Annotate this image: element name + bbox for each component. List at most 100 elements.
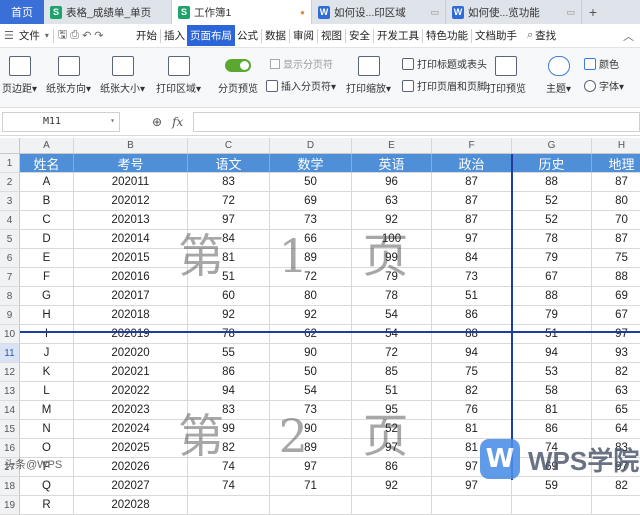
undo-icon[interactable]: ↶ <box>82 29 91 42</box>
table-cell[interactable] <box>512 496 592 515</box>
table-cell[interactable]: 81 <box>188 249 270 268</box>
file-menu[interactable]: 文件 <box>17 28 42 43</box>
table-cell[interactable]: 73 <box>270 211 352 230</box>
table-cell[interactable]: K <box>20 363 74 382</box>
table-cell[interactable]: 89 <box>270 249 352 268</box>
table-cell[interactable]: 74 <box>188 458 270 477</box>
row-header-15[interactable]: 15 <box>0 420 20 439</box>
table-cell[interactable]: 100 <box>352 230 432 249</box>
fonts-button[interactable]: 字体▾ <box>584 78 624 93</box>
doc-tab-2[interactable]: S 工作簿1 ● <box>172 0 312 24</box>
table-cell[interactable]: 70 <box>592 211 640 230</box>
table-cell[interactable]: 75 <box>592 249 640 268</box>
table-cell[interactable]: 83 <box>188 401 270 420</box>
table-cell[interactable]: 87 <box>432 173 512 192</box>
table-cell[interactable]: 54 <box>352 325 432 344</box>
select-all-corner[interactable] <box>0 138 20 154</box>
table-cell[interactable]: 52 <box>352 420 432 439</box>
column-header-b[interactable]: B <box>74 138 188 154</box>
doc-tab-4[interactable]: W 如何使...览功能 ▭ <box>446 0 582 24</box>
menu-item-data[interactable]: 数据 <box>263 28 288 43</box>
table-cell[interactable]: F <box>20 268 74 287</box>
chevron-up-icon[interactable]: ︿ <box>623 28 634 44</box>
table-cell[interactable]: 54 <box>270 382 352 401</box>
menu-item-assistant[interactable]: 文档助手 <box>473 28 519 43</box>
table-cell[interactable]: C <box>20 211 74 230</box>
table-cell[interactable]: 79 <box>512 306 592 325</box>
table-cell[interactable]: 88 <box>512 287 592 306</box>
table-cell[interactable]: 89 <box>270 439 352 458</box>
table-cell[interactable] <box>592 496 640 515</box>
table-cell[interactable]: 51 <box>432 287 512 306</box>
table-cell[interactable]: G <box>20 287 74 306</box>
column-header-d[interactable]: D <box>270 138 352 154</box>
table-cell[interactable]: 78 <box>512 230 592 249</box>
table-cell[interactable]: 79 <box>352 268 432 287</box>
colors-button[interactable]: 颜色 <box>584 56 619 71</box>
formula-input[interactable] <box>193 111 640 132</box>
menu-item-formula[interactable]: 公式 <box>235 28 260 43</box>
table-cell[interactable]: 67 <box>512 268 592 287</box>
menu-item-developer[interactable]: 开发工具 <box>375 28 421 43</box>
row-header-9[interactable]: 9 <box>0 306 20 325</box>
table-cell[interactable]: 94 <box>188 382 270 401</box>
table-cell[interactable]: 202012 <box>74 192 188 211</box>
table-cell[interactable]: 94 <box>512 344 592 363</box>
row-header-11[interactable]: 11 <box>0 344 20 363</box>
search-button[interactable]: 查找 <box>533 28 558 43</box>
redo-icon[interactable]: ↷ <box>94 29 103 42</box>
table-cell[interactable]: 84 <box>432 249 512 268</box>
header-cell[interactable]: 数学 <box>270 154 352 173</box>
table-cell[interactable]: 202019 <box>74 325 188 344</box>
table-cell[interactable]: 202024 <box>74 420 188 439</box>
row-header-7[interactable]: 7 <box>0 268 20 287</box>
table-cell[interactable]: 93 <box>592 344 640 363</box>
table-cell[interactable]: J <box>20 344 74 363</box>
table-cell[interactable]: 80 <box>270 287 352 306</box>
new-tab-button[interactable]: + <box>582 0 604 24</box>
table-cell[interactable]: 51 <box>188 268 270 287</box>
table-cell[interactable]: 202020 <box>74 344 188 363</box>
table-cell[interactable]: 88 <box>512 173 592 192</box>
menu-item-features[interactable]: 特色功能 <box>424 28 470 43</box>
table-cell[interactable]: 86 <box>512 420 592 439</box>
menu-item-view[interactable]: 视图 <box>319 28 344 43</box>
table-cell[interactable]: 81 <box>432 420 512 439</box>
header-cell[interactable]: 语文 <box>188 154 270 173</box>
hamburger-icon[interactable]: ☰ <box>4 29 14 42</box>
table-cell[interactable]: 54 <box>352 306 432 325</box>
table-cell[interactable]: 76 <box>432 401 512 420</box>
fx-button[interactable]: fx <box>172 115 183 129</box>
table-cell[interactable] <box>352 496 432 515</box>
row-header-19[interactable]: 19 <box>0 496 20 515</box>
table-cell[interactable]: 72 <box>352 344 432 363</box>
table-cell[interactable]: 202017 <box>74 287 188 306</box>
horizontal-page-break[interactable] <box>20 331 640 333</box>
table-cell[interactable]: 85 <box>352 363 432 382</box>
table-cell[interactable]: 99 <box>188 420 270 439</box>
table-cell[interactable]: 64 <box>592 420 640 439</box>
table-cell[interactable]: 60 <box>188 287 270 306</box>
table-cell[interactable]: 202022 <box>74 382 188 401</box>
table-cell[interactable]: N <box>20 420 74 439</box>
table-cell[interactable]: 202026 <box>74 458 188 477</box>
table-cell[interactable]: 79 <box>512 249 592 268</box>
table-cell[interactable] <box>188 496 270 515</box>
header-cell[interactable]: 地理 <box>592 154 640 173</box>
table-cell[interactable]: 51 <box>512 325 592 344</box>
table-cell[interactable]: D <box>20 230 74 249</box>
table-cell[interactable]: 73 <box>432 268 512 287</box>
table-cell[interactable]: 66 <box>270 230 352 249</box>
table-cell[interactable]: 86 <box>432 306 512 325</box>
row-header-13[interactable]: 13 <box>0 382 20 401</box>
table-cell[interactable] <box>270 496 352 515</box>
column-header-a[interactable]: A <box>20 138 74 154</box>
row-header-2[interactable]: 2 <box>0 173 20 192</box>
doc-tab-3[interactable]: W 如何设...印区域 ▭ <box>312 0 446 24</box>
table-cell[interactable]: 82 <box>592 363 640 382</box>
table-cell[interactable]: 86 <box>352 458 432 477</box>
table-cell[interactable]: 202013 <box>74 211 188 230</box>
table-cell[interactable]: M <box>20 401 74 420</box>
table-cell[interactable]: 55 <box>188 344 270 363</box>
menu-item-insert[interactable]: 插入 <box>162 28 187 43</box>
